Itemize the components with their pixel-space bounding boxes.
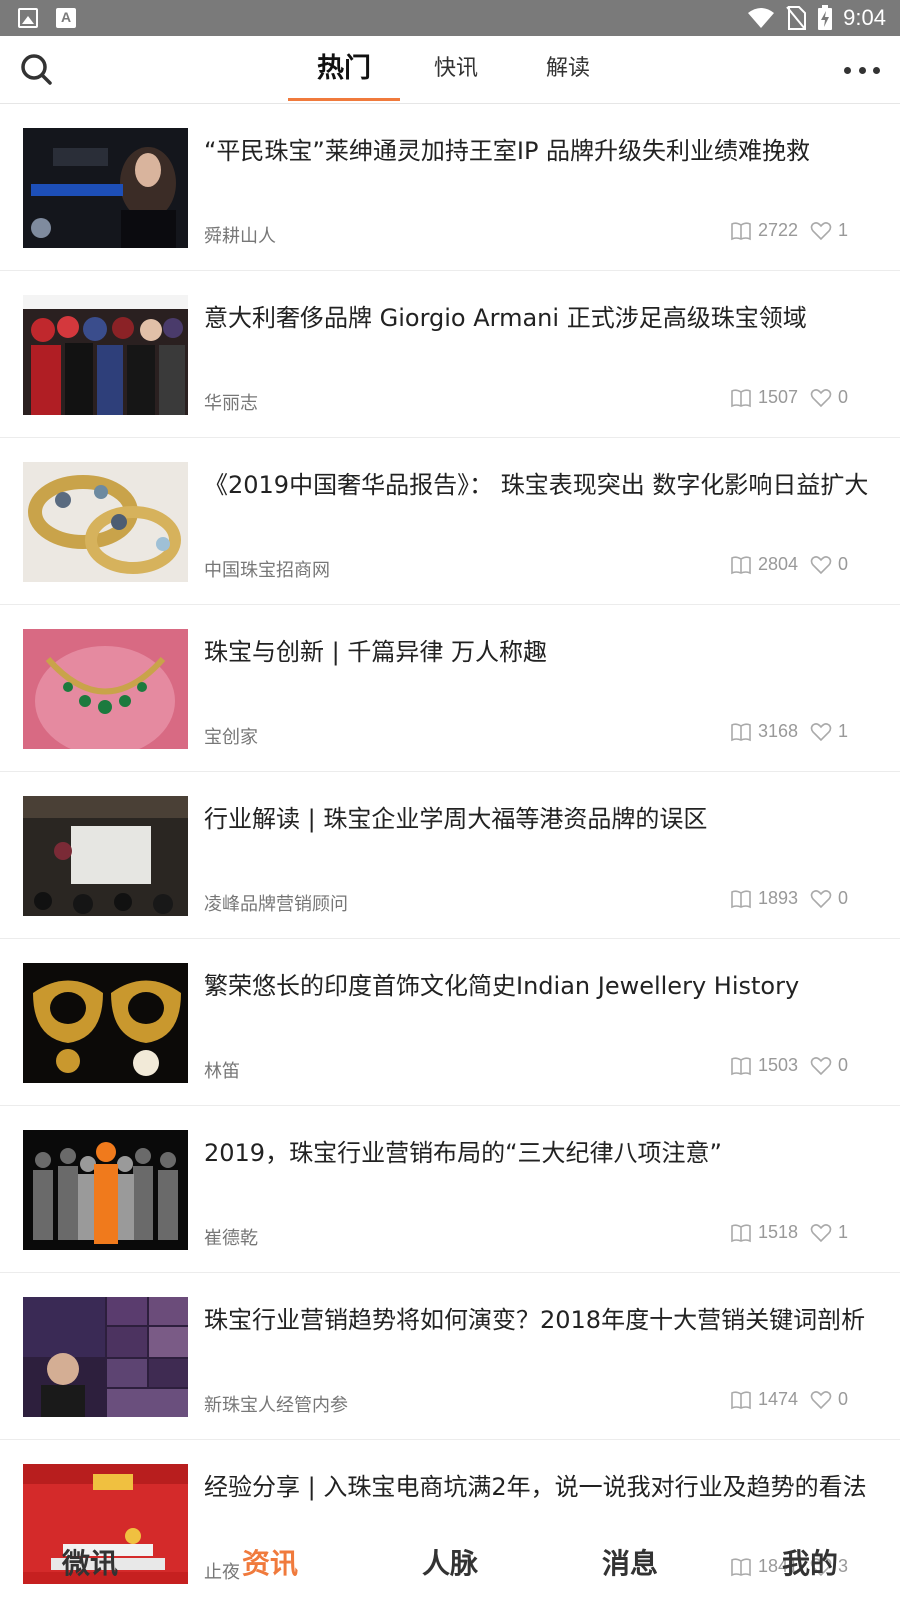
view-count: 1518 xyxy=(757,1222,798,1242)
article-thumbnail xyxy=(23,629,188,749)
heart-icon[interactable] xyxy=(810,555,832,575)
no-sim-icon xyxy=(786,6,807,30)
view-count: 1893 xyxy=(757,888,798,908)
article-title[interactable]: 《2019中国奢华品报告》： 珠宝表现突出 数字化影响日益扩大 xyxy=(204,468,884,502)
book-icon xyxy=(731,1223,751,1242)
heart-icon[interactable] xyxy=(810,722,832,742)
heart-icon[interactable] xyxy=(810,1390,832,1410)
article-title[interactable]: 珠宝行业营销趋势将如何演变？2018年度十大营销关键词剖析 xyxy=(204,1303,884,1337)
like-count: 0 xyxy=(837,554,848,574)
nav-news[interactable]: 资讯 xyxy=(180,1528,360,1600)
article-source: 宝创家 xyxy=(204,727,258,748)
status-clock: 9:04 xyxy=(843,5,886,30)
article-item[interactable]: 意大利奢侈品牌 Giorgio Armani 正式涉足高级珠宝领域 华丽志 15… xyxy=(0,271,900,438)
view-count: 3168 xyxy=(757,721,798,741)
book-icon xyxy=(731,1056,751,1075)
article-stats: 1893 0 xyxy=(730,888,848,909)
heart-icon[interactable] xyxy=(810,1056,832,1076)
like-count: 0 xyxy=(837,387,848,407)
heart-icon[interactable] xyxy=(810,1223,832,1243)
article-thumbnail xyxy=(23,1297,188,1417)
bottom-nav: 微讯 资讯 人脉 消息 我的 xyxy=(0,1528,900,1600)
article-item[interactable]: 珠宝行业营销趋势将如何演变？2018年度十大营销关键词剖析 新珠宝人经管内参 1… xyxy=(0,1273,900,1440)
book-icon xyxy=(731,221,751,240)
article-title[interactable]: 经验分享 | 入珠宝电商坑满2年，说一说我对行业及趋势的看法 xyxy=(204,1470,884,1504)
article-item[interactable]: 2019，珠宝行业营销布局的“三大纪律八项注意” 崔德乾 1518 1 xyxy=(0,1106,900,1273)
article-thumbnail xyxy=(23,462,188,582)
article-stats: 1474 0 xyxy=(730,1389,848,1410)
search-icon xyxy=(21,54,52,85)
image-icon xyxy=(18,8,38,28)
nav-contacts[interactable]: 人脉 xyxy=(360,1528,540,1600)
article-item[interactable]: 《2019中国奢华品报告》： 珠宝表现突出 数字化影响日益扩大 中国珠宝招商网 … xyxy=(0,438,900,605)
book-icon xyxy=(731,889,751,908)
article-item[interactable]: 珠宝与创新 | 千篇异律 万人称趣 宝创家 3168 1 xyxy=(0,605,900,772)
article-stats: 2722 1 xyxy=(730,220,848,241)
article-stats: 2804 0 xyxy=(730,554,848,575)
like-count: 1 xyxy=(837,1222,848,1242)
heart-icon[interactable] xyxy=(810,221,832,241)
view-count: 1503 xyxy=(757,1055,798,1075)
article-stats: 1503 0 xyxy=(730,1055,848,1076)
article-item[interactable]: 行业解读 | 珠宝企业学周大福等港资品牌的误区 凌峰品牌营销顾问 1893 0 xyxy=(0,772,900,939)
article-title[interactable]: 珠宝与创新 | 千篇异律 万人称趣 xyxy=(204,635,884,669)
more-dots-icon xyxy=(844,66,851,74)
article-thumbnail xyxy=(23,796,188,916)
heart-icon[interactable] xyxy=(810,388,832,408)
article-source: 舜耕山人 xyxy=(204,226,276,247)
article-title[interactable]: 2019，珠宝行业营销布局的“三大纪律八项注意” xyxy=(204,1136,884,1170)
status-bar: A 9:04 xyxy=(0,0,900,36)
tab-news-flash[interactable]: 快讯 xyxy=(400,36,512,104)
book-icon xyxy=(731,555,751,574)
article-thumbnail xyxy=(23,963,188,1083)
article-stats: 1518 1 xyxy=(730,1222,848,1243)
nav-messages[interactable]: 消息 xyxy=(540,1528,720,1600)
article-thumbnail xyxy=(23,128,188,248)
wifi-icon xyxy=(748,8,775,28)
more-button[interactable] xyxy=(844,62,880,78)
article-title[interactable]: 繁荣悠长的印度首饰文化简史Indian Jewellery History xyxy=(204,969,884,1003)
status-system: 9:04 xyxy=(747,5,886,31)
header-tabs: 热门 快讯 解读 xyxy=(288,36,624,104)
tab-hot[interactable]: 热门 xyxy=(288,36,400,104)
font-icon: A xyxy=(56,8,76,28)
view-count: 2722 xyxy=(757,220,798,240)
nav-me[interactable]: 我的 xyxy=(720,1528,900,1600)
article-item[interactable]: “平民珠宝”莱绅通灵加持王室IP 品牌升级失利业绩难挽救 舜耕山人 2722 1 xyxy=(0,104,900,271)
book-icon xyxy=(731,1390,751,1409)
battery-charging-icon xyxy=(818,5,833,30)
article-stats: 3168 1 xyxy=(730,721,848,742)
like-count: 1 xyxy=(837,220,848,240)
article-feed[interactable]: “平民珠宝”莱绅通灵加持王室IP 品牌升级失利业绩难挽救 舜耕山人 2722 1 xyxy=(0,104,900,1600)
article-thumbnail xyxy=(23,295,188,415)
article-title[interactable]: 意大利奢侈品牌 Giorgio Armani 正式涉足高级珠宝领域 xyxy=(204,301,884,335)
like-count: 0 xyxy=(837,888,848,908)
article-item[interactable]: 繁荣悠长的印度首饰文化简史Indian Jewellery History 林笛… xyxy=(0,939,900,1106)
top-bar: 热门 快讯 解读 xyxy=(0,36,900,104)
article-source: 凌峰品牌营销顾问 xyxy=(204,894,348,915)
article-title[interactable]: “平民珠宝”莱绅通灵加持王室IP 品牌升级失利业绩难挽救 xyxy=(204,134,884,168)
nav-weixun[interactable]: 微讯 xyxy=(0,1528,180,1600)
book-icon xyxy=(731,388,751,407)
article-source: 中国珠宝招商网 xyxy=(204,560,330,581)
article-source: 林笛 xyxy=(204,1061,240,1082)
view-count: 2804 xyxy=(757,554,798,574)
heart-icon[interactable] xyxy=(810,889,832,909)
like-count: 0 xyxy=(837,1055,848,1075)
view-count: 1474 xyxy=(757,1389,798,1409)
book-icon xyxy=(731,722,751,741)
like-count: 1 xyxy=(837,721,848,741)
status-notifications: A xyxy=(18,8,76,28)
view-count: 1507 xyxy=(757,387,798,407)
article-source: 华丽志 xyxy=(204,393,258,414)
article-title[interactable]: 行业解读 | 珠宝企业学周大福等港资品牌的误区 xyxy=(204,802,884,836)
article-stats: 1507 0 xyxy=(730,387,848,408)
article-source: 新珠宝人经管内参 xyxy=(204,1395,348,1416)
search-button[interactable] xyxy=(20,53,54,87)
tab-analysis[interactable]: 解读 xyxy=(512,36,624,104)
like-count: 0 xyxy=(837,1389,848,1409)
article-source: 崔德乾 xyxy=(204,1228,258,1249)
article-thumbnail xyxy=(23,1130,188,1250)
